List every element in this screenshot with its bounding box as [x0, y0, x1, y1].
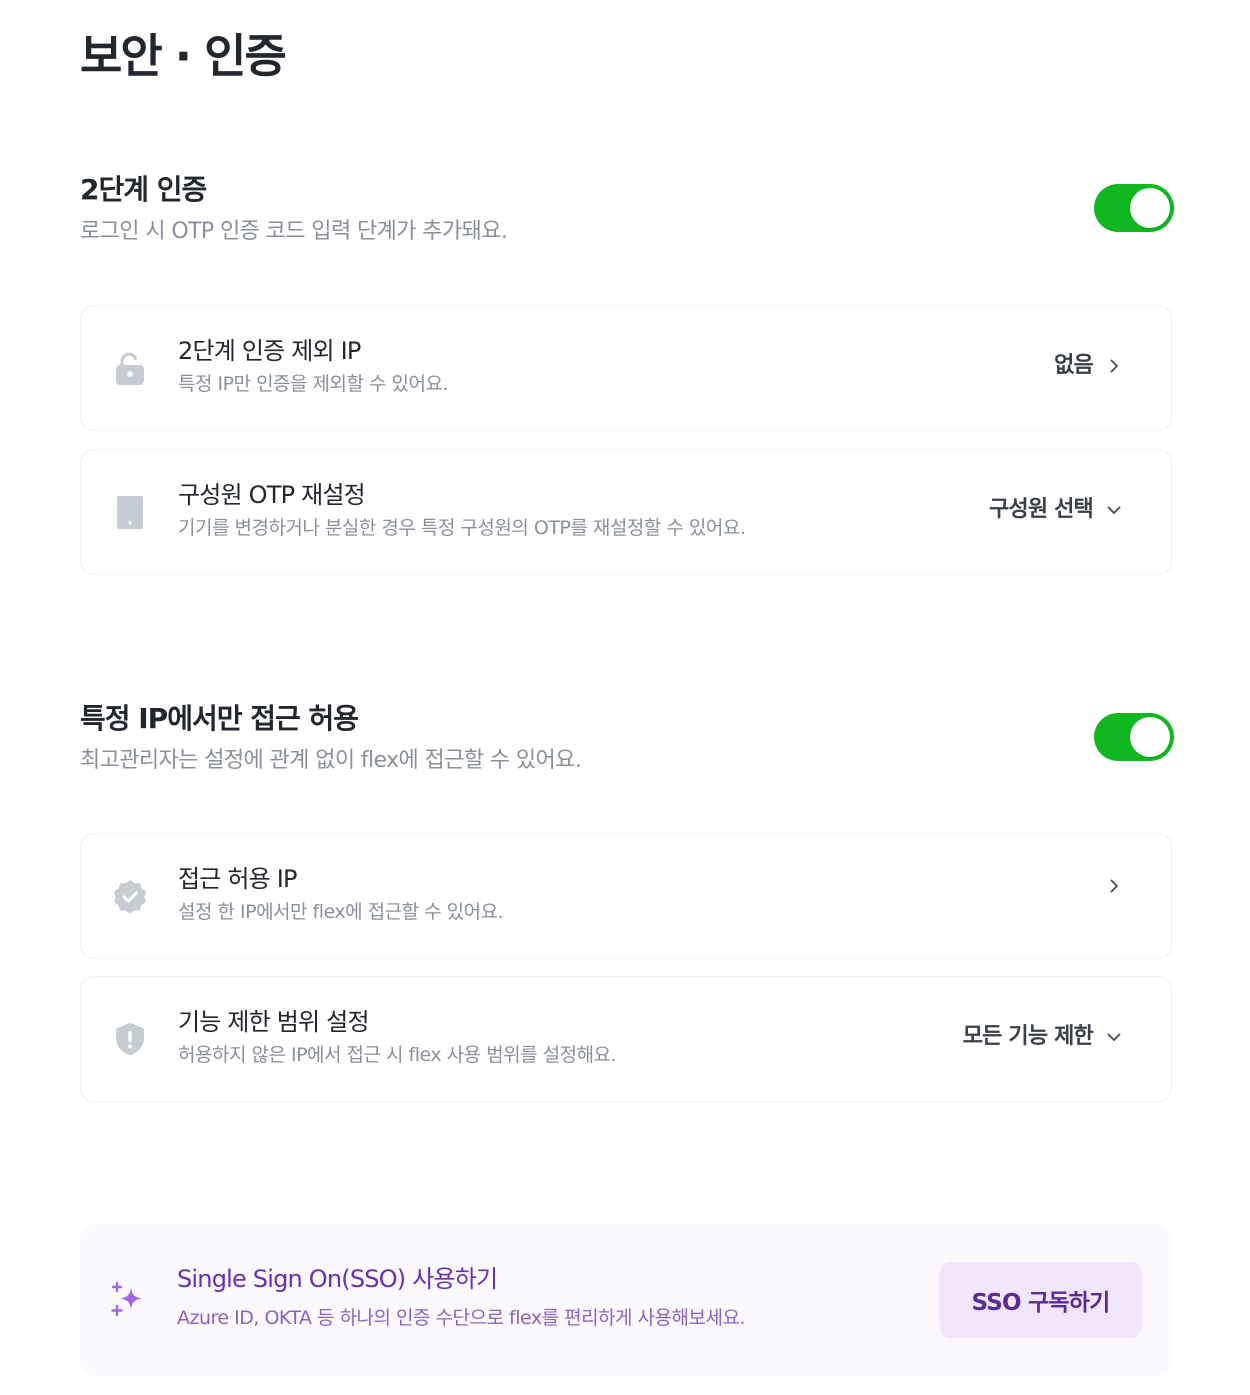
shield-alert-icon [111, 1020, 149, 1058]
exempt-ip-text: 2단계 인증 제외 IP 특정 IP만 인증을 제외할 수 있어요. [178, 334, 449, 398]
sso-text: Single Sign On(SSO) 사용하기 Azure ID, OKTA … [177, 1262, 745, 1332]
two-factor-toggle[interactable] [1094, 184, 1174, 232]
two-factor-section: 2단계 인증 로그인 시 OTP 인증 코드 입력 단계가 추가돼요. [80, 170, 1174, 248]
chevron-right-icon [1110, 359, 1118, 373]
ip-restriction-title: 특정 IP에서만 접근 허용 [80, 702, 359, 735]
feature-scope-title: 기능 제한 범위 설정 [178, 1008, 370, 1036]
ip-restriction-section: 특정 IP에서만 접근 허용 최고관리자는 설정에 관계 없이 flex에 접근… [80, 699, 1174, 777]
feature-scope-label: 모든 기능 제한 [962, 1024, 1094, 1049]
feature-scope-description: 허용하지 않은 IP에서 접근 시 flex 사용 범위를 설정해요. [178, 1044, 617, 1066]
allowed-ip-action[interactable] [1093, 877, 1123, 895]
device-icon [111, 493, 149, 531]
sparkles-icon [108, 1280, 148, 1320]
exempt-ip-value: 없음 [1054, 353, 1094, 378]
exempt-ip-action[interactable]: 없음 [1054, 349, 1123, 383]
otp-reset-description: 기기를 변경하거나 분실한 경우 특정 구성원의 OTP를 재설정할 수 있어요… [178, 517, 746, 539]
ip-restriction-toggle[interactable] [1094, 713, 1174, 761]
exempt-ip-description: 특정 IP만 인증을 제외할 수 있어요. [178, 373, 449, 395]
otp-reset-text: 구성원 OTP 재설정 기기를 변경하거나 분실한 경우 특정 구성원의 OTP… [178, 478, 746, 542]
chevron-down-icon [1107, 1033, 1121, 1041]
exempt-ip-card[interactable]: 2단계 인증 제외 IP 특정 IP만 인증을 제외할 수 있어요. 없음 [80, 305, 1172, 431]
member-select-dropdown[interactable]: 구성원 선택 [989, 493, 1123, 527]
two-factor-title: 2단계 인증 [80, 173, 207, 206]
feature-scope-text: 기능 제한 범위 설정 허용하지 않은 IP에서 접근 시 flex 사용 범위… [178, 1005, 617, 1069]
feature-scope-dropdown[interactable]: 모든 기능 제한 [963, 1020, 1123, 1054]
toggle-knob [1130, 717, 1170, 757]
verified-badge-icon [111, 877, 149, 915]
page-title: 보안 · 인증 [80, 29, 287, 83]
allowed-ip-text: 접근 허용 IP 설정 한 IP에서만 flex에 접근할 수 있어요. [178, 862, 504, 926]
sso-subscribe-button[interactable]: SSO 구독하기 [939, 1262, 1142, 1338]
allowed-ip-description: 설정 한 IP에서만 flex에 접근할 수 있어요. [178, 901, 504, 923]
chevron-down-icon [1107, 506, 1121, 514]
sso-description: Azure ID, OKTA 등 하나의 인증 수단으로 flex를 편리하게 … [177, 1307, 745, 1329]
member-select-label: 구성원 선택 [988, 497, 1094, 522]
two-factor-description: 로그인 시 OTP 인증 코드 입력 단계가 추가돼요. [80, 219, 508, 244]
exempt-ip-title: 2단계 인증 제외 IP [178, 337, 361, 365]
chevron-right-icon [1110, 879, 1118, 893]
otp-reset-title: 구성원 OTP 재설정 [178, 481, 366, 509]
ip-restriction-description: 최고관리자는 설정에 관계 없이 flex에 접근할 수 있어요. [80, 748, 582, 773]
sso-promo-card: Single Sign On(SSO) 사용하기 Azure ID, OKTA … [80, 1224, 1172, 1376]
feature-scope-card[interactable]: 기능 제한 범위 설정 허용하지 않은 IP에서 접근 시 flex 사용 범위… [80, 976, 1172, 1102]
allowed-ip-card[interactable]: 접근 허용 IP 설정 한 IP에서만 flex에 접근할 수 있어요. [80, 833, 1172, 959]
sso-title: Single Sign On(SSO) 사용하기 [177, 1265, 498, 1293]
allowed-ip-title: 접근 허용 IP [178, 865, 298, 893]
unlock-icon [111, 349, 149, 387]
otp-reset-card[interactable]: 구성원 OTP 재설정 기기를 변경하거나 분실한 경우 특정 구성원의 OTP… [80, 449, 1172, 575]
toggle-knob [1130, 188, 1170, 228]
